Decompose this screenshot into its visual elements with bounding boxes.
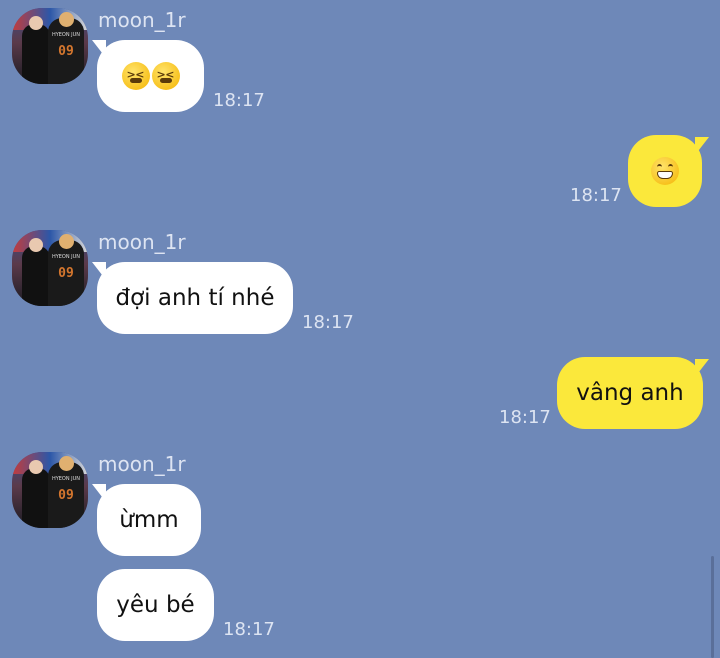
message-time: 18:17 xyxy=(223,619,275,640)
message-bubble[interactable]: vâng anh xyxy=(557,357,703,429)
message-bubble[interactable]: ừmm xyxy=(97,484,201,556)
avatar-person-2: HYEON JUN 09 xyxy=(48,12,84,84)
sender-name: moon_1r xyxy=(98,452,186,476)
message-bubble[interactable] xyxy=(628,135,702,207)
jersey-number: 09 xyxy=(58,44,74,59)
bubble-tail xyxy=(695,359,709,377)
sender-name: moon_1r xyxy=(98,230,186,254)
message-text: ừmm xyxy=(119,507,179,533)
avatar[interactable]: HYEON JUN 09 xyxy=(12,230,88,306)
avatar-person-1 xyxy=(22,460,50,528)
message-bubble[interactable]: yêu bé xyxy=(97,569,214,641)
avatar-person-1 xyxy=(22,16,50,84)
jersey-name: HYEON JUN xyxy=(51,254,81,260)
grinning-face-icon xyxy=(651,157,679,185)
avatar[interactable]: HYEON JUN 09 xyxy=(12,452,88,528)
confounded-face-icon: > < xyxy=(151,62,180,90)
message-time: 18:17 xyxy=(302,312,354,333)
message-time: 18:17 xyxy=(570,185,622,206)
avatar-person-1 xyxy=(22,238,50,306)
jersey-name: HYEON JUN xyxy=(51,32,81,38)
message-time: 18:17 xyxy=(213,90,265,111)
jersey-number: 09 xyxy=(58,488,74,503)
avatar[interactable]: HYEON JUN 09 xyxy=(12,8,88,84)
scrollbar[interactable] xyxy=(711,556,714,658)
bubble-tail xyxy=(695,137,709,155)
message-text: yêu bé xyxy=(116,592,195,618)
message-text: đợi anh tí nhé xyxy=(115,285,275,311)
message-time: 18:17 xyxy=(499,407,551,428)
sender-name: moon_1r xyxy=(98,8,186,32)
message-bubble[interactable]: đợi anh tí nhé xyxy=(97,262,293,334)
avatar-person-2: HYEON JUN 09 xyxy=(48,456,84,528)
avatar-person-2: HYEON JUN 09 xyxy=(48,234,84,306)
jersey-name: HYEON JUN xyxy=(51,476,81,482)
jersey-number: 09 xyxy=(58,266,74,281)
message-text: vâng anh xyxy=(576,380,684,406)
confounded-face-icon: > < xyxy=(121,62,150,90)
message-bubble[interactable]: > < > < xyxy=(97,40,204,112)
